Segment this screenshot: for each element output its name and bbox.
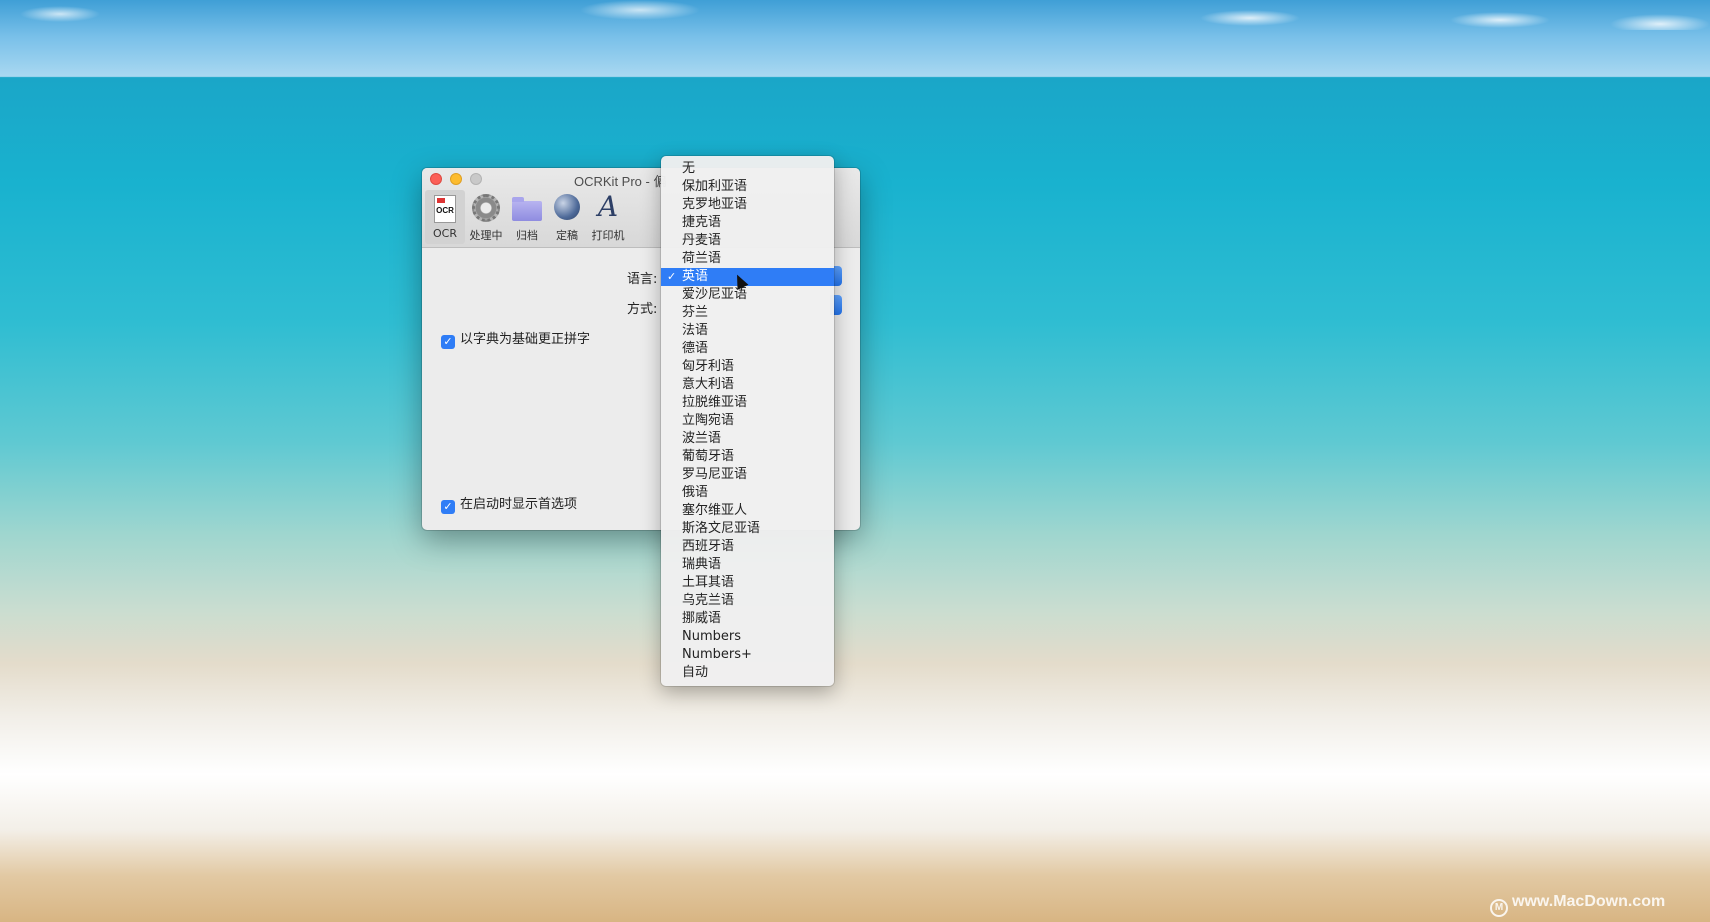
language-menu-item[interactable]: 自动	[661, 664, 834, 682]
language-menu-item[interactable]: 瑞典语	[661, 556, 834, 574]
language-menu-item-label: 波兰语	[682, 431, 722, 446]
language-menu-item-label: 塞尔维亚人	[682, 503, 748, 518]
spellcheck-option[interactable]: ✓ 以字典为基础更正拼字	[441, 328, 590, 349]
language-menu-item-label: 俄语	[682, 485, 709, 500]
language-menu-item-label: 瑞典语	[682, 557, 722, 572]
language-menu-item-label: 西班牙语	[682, 539, 735, 554]
language-menu-item[interactable]: 爱沙尼亚语	[661, 286, 834, 304]
language-menu-item[interactable]: 乌克兰语	[661, 592, 834, 610]
language-menu-item[interactable]: 芬兰	[661, 304, 834, 322]
language-menu-item-label: 英语	[682, 269, 709, 284]
language-menu-item-label: 德语	[682, 341, 709, 356]
language-menu-item-label: 匈牙利语	[682, 359, 735, 374]
language-menu-item-label: 保加利亚语	[682, 179, 748, 194]
language-menu-item[interactable]: 塞尔维亚人	[661, 502, 834, 520]
language-menu-item-label: 葡萄牙语	[682, 449, 735, 464]
window-title: OCRKit Pro - 偏	[574, 174, 667, 189]
toolbar-tab-processing[interactable]: 处理中	[466, 190, 506, 244]
language-menu-item-label: 无	[682, 161, 696, 176]
language-menu-item-label: 芬兰	[682, 305, 709, 320]
language-menu-item[interactable]: 捷克语	[661, 214, 834, 232]
language-menu-item[interactable]: 挪威语	[661, 610, 834, 628]
language-menu-item-label: 荷兰语	[682, 251, 722, 266]
checkbox-spellcheck[interactable]: ✓	[441, 335, 455, 349]
language-menu-item-label: 挪威语	[682, 611, 722, 626]
close-button[interactable]	[430, 173, 442, 185]
language-menu-item-label: Numbers+	[682, 647, 752, 662]
toolbar-tab-label: 定稿	[556, 229, 578, 242]
language-menu-item[interactable]: 罗马尼亚语	[661, 466, 834, 484]
language-menu-item[interactable]: Numbers	[661, 628, 834, 646]
language-menu-item-label: 法语	[682, 323, 709, 338]
globe-icon	[549, 192, 585, 226]
language-menu-item[interactable]: 法语	[661, 322, 834, 340]
language-menu-item-label: 丹麦语	[682, 233, 722, 248]
language-menu-item[interactable]: 拉脱维亚语	[661, 394, 834, 412]
language-menu-item[interactable]: 匈牙利语	[661, 358, 834, 376]
language-menu-item[interactable]: 葡萄牙语	[661, 448, 834, 466]
language-menu-item[interactable]: 保加利亚语	[661, 178, 834, 196]
language-menu-item[interactable]: 西班牙语	[661, 538, 834, 556]
language-menu-item[interactable]: 俄语	[661, 484, 834, 502]
language-menu-item-label: 斯洛文尼亚语	[682, 521, 761, 536]
toolbar-tab-label: 打印机	[591, 229, 625, 242]
watermark-text: www.MacDown.com	[1512, 893, 1666, 910]
language-menu-list: 无保加利亚语克罗地亚语捷克语丹麦语荷兰语 ✓ 英语爱沙尼亚语 芬兰法语德语匈牙利语意大…	[661, 160, 834, 682]
language-menu-item-label: 自动	[682, 665, 709, 680]
toolbar-tab-archive[interactable]: 归档	[507, 190, 547, 244]
language-menu-item[interactable]: 波兰语	[661, 430, 834, 448]
zoom-button[interactable]	[470, 173, 482, 185]
language-menu-item-label: 捷克语	[682, 215, 722, 230]
language-menu-item-label: 立陶宛语	[682, 413, 735, 428]
checkbox-show-prefs[interactable]: ✓	[441, 500, 455, 514]
language-menu-item[interactable]: 克罗地亚语	[661, 196, 834, 214]
show-prefs-label: 在启动时显示首选项	[460, 497, 578, 512]
language-menu-item[interactable]: 斯洛文尼亚语	[661, 520, 834, 538]
toolbar-tab-label: 处理中	[469, 229, 503, 242]
sky-clouds	[0, 0, 1710, 30]
checkmark-icon: ✓	[667, 270, 677, 283]
spellcheck-label: 以字典为基础更正拼字	[460, 332, 591, 347]
letter-a-icon: A	[597, 190, 619, 223]
language-menu-item-label: 拉脱维亚语	[682, 395, 748, 410]
language-menu-item-label: Numbers	[682, 629, 741, 644]
toolbar-tab-label: 归档	[516, 229, 538, 242]
ocr-document-icon: OCR	[427, 192, 463, 226]
language-menu-item[interactable]: 意大利语	[661, 376, 834, 394]
toolbar-tab-label: OCR	[433, 227, 457, 240]
toolbar-tab-ocr[interactable]: OCR OCR	[425, 190, 465, 244]
method-label: 方式:	[627, 302, 658, 317]
language-menu-item-label: 土耳其语	[682, 575, 735, 590]
language-label: 语言:	[627, 272, 658, 287]
language-menu-item-label: 意大利语	[682, 377, 735, 392]
language-menu-item[interactable]: 无	[661, 160, 834, 178]
watermark: Mwww.MacDown.com	[1490, 893, 1665, 917]
language-menu-item-label: 克罗地亚语	[682, 197, 748, 212]
language-menu-item[interactable]: 德语	[661, 340, 834, 358]
language-menu-item[interactable]: 土耳其语	[661, 574, 834, 592]
macdown-logo-icon: M	[1490, 899, 1508, 917]
show-prefs-option[interactable]: ✓ 在启动时显示首选项	[441, 493, 577, 514]
language-menu-item[interactable]: 立陶宛语	[661, 412, 834, 430]
language-menu-item-label: 乌克兰语	[682, 593, 735, 608]
language-menu-item[interactable]: 丹麦语	[661, 232, 834, 250]
gear-icon	[468, 192, 504, 226]
folder-icon	[509, 192, 545, 226]
minimize-button[interactable]	[450, 173, 462, 185]
language-menu-item[interactable]: Numbers+	[661, 646, 834, 664]
toolbar-tab-printer[interactable]: A 打印机	[588, 190, 628, 244]
toolbar-tab-finalize[interactable]: 定稿	[547, 190, 587, 244]
language-menu-item[interactable]: 荷兰语	[661, 250, 834, 268]
language-menu-item-label: 罗马尼亚语	[682, 467, 748, 482]
language-dropdown-menu: 无保加利亚语克罗地亚语捷克语丹麦语荷兰语 ✓ 英语爱沙尼亚语 芬兰法语德语匈牙利语意大…	[661, 156, 834, 686]
